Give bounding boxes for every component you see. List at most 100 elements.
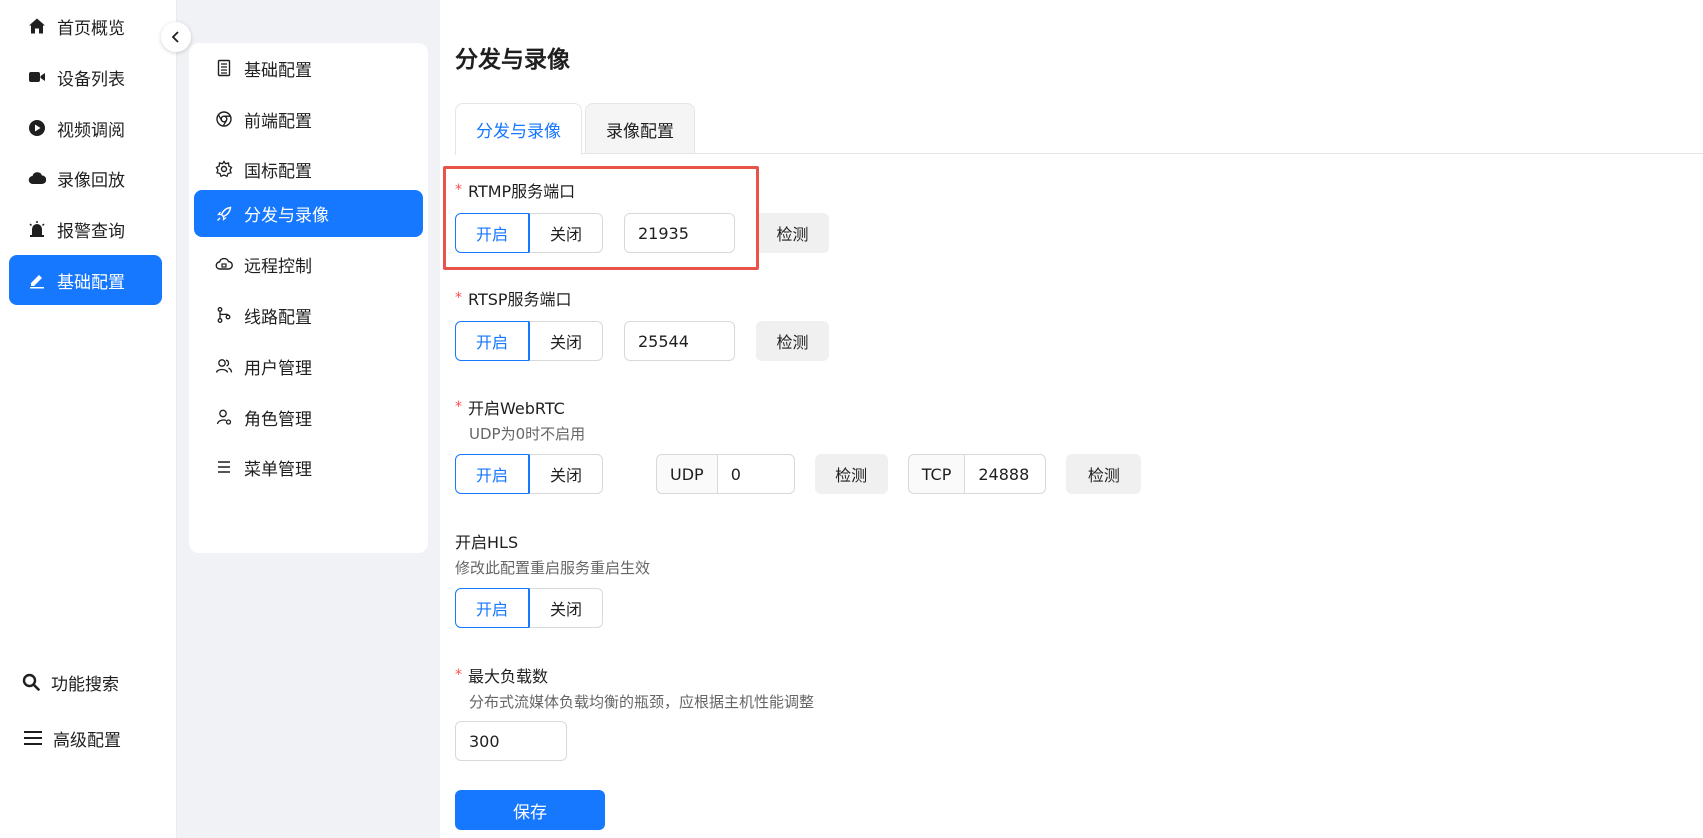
max-load-label: * 最大负载数 — [455, 663, 814, 687]
tcp-input-group: TCP — [907, 454, 1047, 494]
submenu-item-frontend[interactable]: 前端配置 — [194, 94, 423, 144]
webrtc-controls: 开启 关闭 UDP 检测 TCP 检测 — [455, 454, 1142, 494]
list-icon — [214, 457, 234, 477]
rtmp-label: * RTMP服务端口 — [455, 178, 575, 202]
nav-item-alarm[interactable]: 报警查询 — [9, 204, 162, 254]
rtmp-field: * RTMP服务端口 — [455, 178, 575, 202]
tab-recording-config[interactable]: 录像配置 — [585, 103, 695, 154]
home-icon — [27, 16, 47, 36]
hls-field: 开启HLS 修改此配置重启服务重启生效 — [455, 529, 650, 578]
rtmp-on-button[interactable]: 开启 — [455, 213, 529, 253]
nav-item-playback[interactable]: 录像回放 — [9, 153, 162, 203]
main-content: 分发与录像 分发与录像 录像配置 * RTMP服务端口 开启 关闭 检测 * R… — [440, 0, 1703, 838]
config-submenu: 基础配置 前端配置 国标配置 分发与录像 远程控制 线路配置 用户管理 角色管理… — [189, 43, 428, 553]
document-icon — [214, 58, 234, 78]
nav-label: 高级配置 — [53, 730, 121, 751]
nav-label: 设备列表 — [57, 69, 125, 90]
cloud-icon — [27, 168, 47, 188]
hls-hint: 修改此配置重启服务重启生效 — [455, 559, 651, 577]
rtsp-label-text: RTSP服务端口 — [468, 290, 572, 309]
tcp-addon: TCP — [907, 454, 965, 494]
rtsp-port-input[interactable] — [624, 321, 735, 361]
tcp-check-button[interactable]: 检测 — [1066, 454, 1142, 494]
max-load-field: * 最大负载数 分布式流媒体负载均衡的瓶颈，应根据主机性能调整 — [455, 663, 814, 712]
nav-label: 录像回放 — [57, 170, 125, 191]
submenu-item-remote[interactable]: 远程控制 — [194, 239, 423, 289]
submenu-item-route[interactable]: 线路配置 — [194, 290, 423, 340]
submenu-label: 菜单管理 — [244, 459, 312, 480]
tab-bar: 分发与录像 录像配置 — [455, 103, 698, 155]
required-mark: * — [455, 290, 462, 306]
menu-icon — [23, 728, 43, 748]
alarm-icon — [27, 219, 47, 239]
nav-item-advanced[interactable]: 高级配置 — [9, 713, 162, 763]
submenu-item-menus[interactable]: 菜单管理 — [194, 442, 423, 492]
nav-label: 基础配置 — [57, 272, 125, 293]
submenu-item-roles[interactable]: 角色管理 — [194, 392, 423, 442]
submenu-label: 国标配置 — [244, 161, 312, 182]
udp-port-input[interactable] — [716, 454, 795, 494]
rtsp-off-button[interactable]: 关闭 — [529, 321, 603, 361]
required-mark: * — [455, 182, 462, 198]
required-mark: * — [455, 399, 462, 415]
rtmp-check-button[interactable]: 检测 — [756, 213, 829, 253]
nav-item-basic-config[interactable]: 基础配置 — [9, 255, 162, 305]
nav-item-video[interactable]: 视频调阅 — [9, 103, 162, 153]
nav-label: 视频调阅 — [57, 120, 125, 141]
save-button[interactable]: 保存 — [455, 790, 605, 830]
nav-item-devices[interactable]: 设备列表 — [9, 52, 162, 102]
rtmp-toggle: 开启 关闭 — [455, 213, 603, 253]
hls-on-button[interactable]: 开启 — [455, 588, 529, 628]
video-camera-icon — [27, 67, 47, 87]
rtsp-label: * RTSP服务端口 — [455, 286, 572, 310]
rtmp-port-input[interactable] — [624, 213, 735, 253]
required-mark: * — [455, 667, 462, 683]
chevron-left-icon — [171, 28, 181, 47]
max-load-label-text: 最大负载数 — [468, 667, 549, 686]
max-load-hint: 分布式流媒体负载均衡的瓶颈，应根据主机性能调整 — [469, 693, 815, 711]
submenu-item-distribution[interactable]: 分发与录像 — [194, 190, 423, 237]
nav-item-search[interactable]: 功能搜索 — [9, 657, 162, 707]
submenu-label: 基础配置 — [244, 60, 312, 81]
collapse-nav-button[interactable] — [161, 22, 191, 52]
webrtc-off-button[interactable]: 关闭 — [529, 454, 603, 494]
edit-icon — [27, 270, 47, 290]
nav-label: 首页概览 — [57, 18, 125, 39]
webrtc-field: * 开启WebRTC UDP为0时不启用 — [455, 395, 585, 444]
webrtc-hint: UDP为0时不启用 — [469, 425, 586, 443]
gear-icon — [214, 159, 234, 179]
webrtc-on-button[interactable]: 开启 — [455, 454, 529, 494]
tab-distribution[interactable]: 分发与录像 — [455, 103, 582, 155]
submenu-label: 远程控制 — [244, 256, 312, 277]
submenu-item-gb[interactable]: 国标配置 — [194, 144, 423, 194]
cloud-control-icon — [214, 254, 234, 274]
hls-toggle: 开启 关闭 — [455, 588, 603, 628]
udp-input-group: UDP — [656, 454, 795, 494]
users-icon — [214, 356, 234, 376]
submenu-label: 用户管理 — [244, 358, 312, 379]
udp-check-button[interactable]: 检测 — [814, 454, 888, 494]
submenu-label: 线路配置 — [244, 307, 312, 328]
submenu-label: 角色管理 — [244, 409, 312, 430]
webrtc-label-text: 开启WebRTC — [468, 399, 565, 418]
submenu-item-users[interactable]: 用户管理 — [194, 341, 423, 391]
max-load-input[interactable] — [455, 721, 567, 761]
tab-divider — [455, 153, 1703, 154]
rtsp-field: * RTSP服务端口 — [455, 286, 572, 310]
tcp-port-input[interactable] — [964, 454, 1047, 494]
rocket-icon — [214, 204, 234, 224]
submenu-item-basic[interactable]: 基础配置 — [194, 43, 423, 93]
hls-off-button[interactable]: 关闭 — [529, 588, 603, 628]
submenu-label: 前端配置 — [244, 111, 312, 132]
rtsp-controls: 开启 关闭 检测 — [455, 321, 829, 361]
play-circle-icon — [27, 118, 47, 138]
user-role-icon — [214, 407, 234, 427]
hls-label: 开启HLS — [455, 533, 519, 552]
nav-item-home[interactable]: 首页概览 — [9, 1, 162, 51]
hls-controls: 开启 关闭 — [455, 588, 603, 628]
rtmp-off-button[interactable]: 关闭 — [529, 213, 603, 253]
submenu-label: 分发与录像 — [244, 206, 329, 226]
rtsp-check-button[interactable]: 检测 — [756, 321, 829, 361]
webrtc-toggle: 开启 关闭 — [455, 454, 603, 494]
rtsp-on-button[interactable]: 开启 — [455, 321, 529, 361]
